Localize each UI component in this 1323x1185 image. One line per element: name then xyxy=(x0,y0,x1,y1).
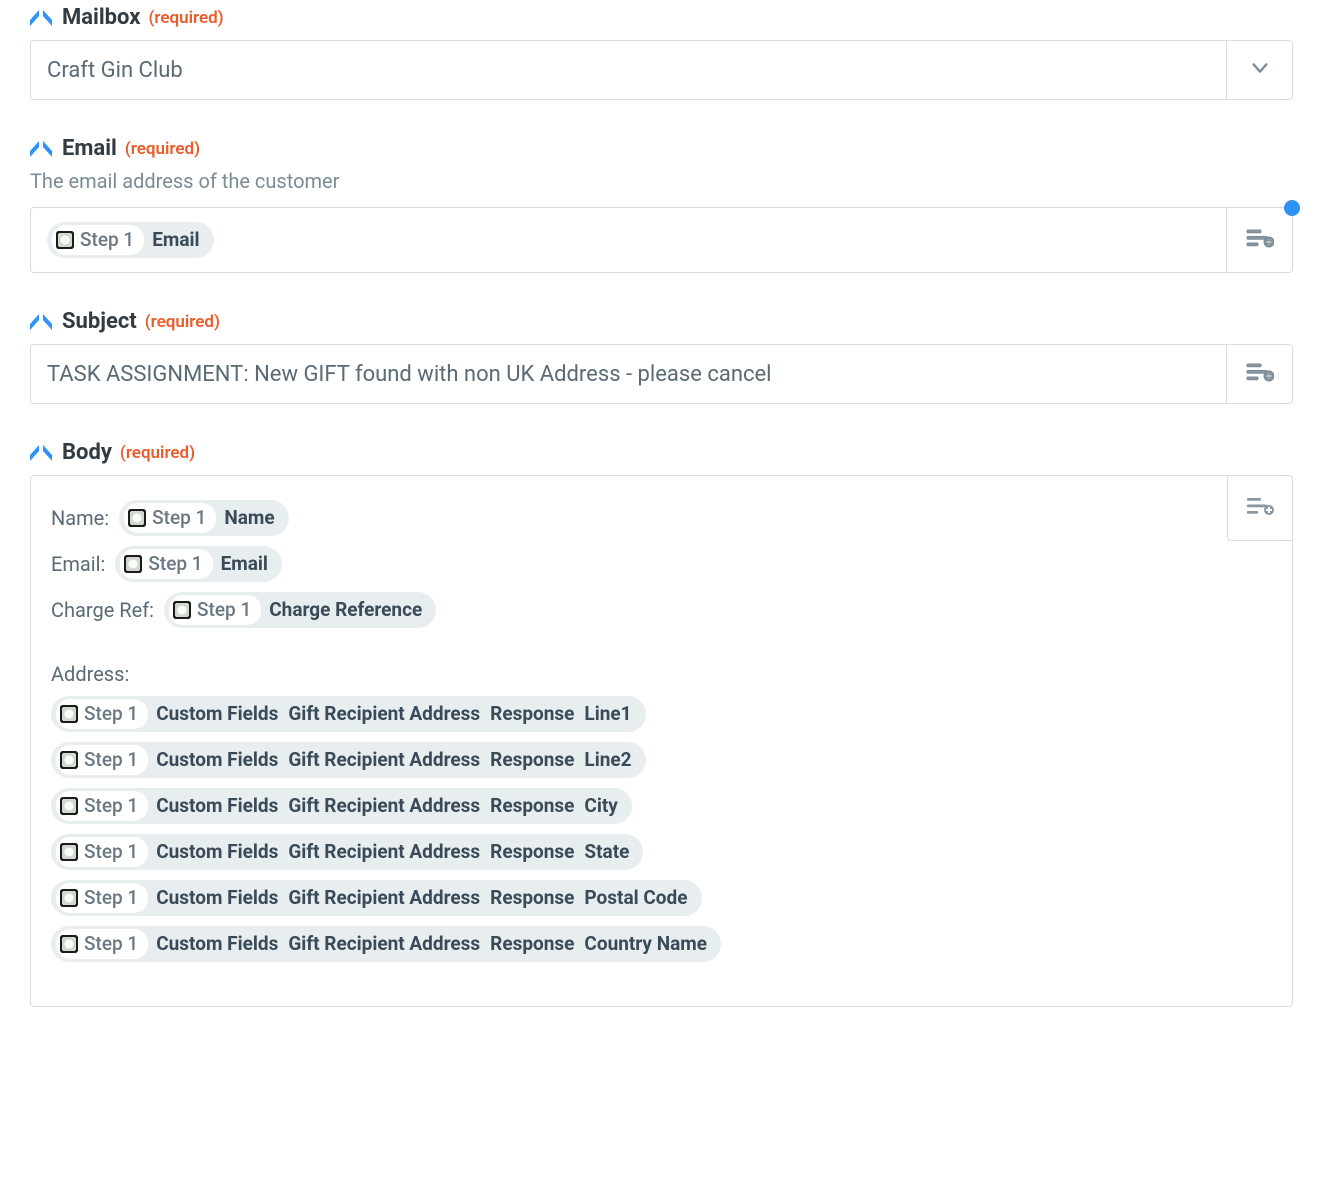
helpscout-icon xyxy=(30,137,52,161)
helpscout-icon xyxy=(30,441,52,465)
step-icon xyxy=(124,555,142,573)
step-icon xyxy=(60,751,78,769)
mailbox-section: Mailbox (required) Craft Gin Club xyxy=(30,5,1293,100)
step-icon xyxy=(56,231,74,249)
body-email-label: Email: xyxy=(51,552,105,576)
token-segment: Gift Recipient Address xyxy=(288,884,480,912)
email-label-row: Email (required) xyxy=(30,136,1293,161)
body-charge-token[interactable]: Step 1 Charge Reference xyxy=(164,592,436,628)
token-segment: Country Name xyxy=(584,930,707,958)
token-segment: Gift Recipient Address xyxy=(288,792,480,820)
token-segment: Response xyxy=(490,746,574,774)
token-segment: Postal Code xyxy=(584,884,687,912)
token-segment: State xyxy=(584,838,629,866)
step-label: Step 1 xyxy=(84,884,138,912)
mailbox-select[interactable]: Craft Gin Club xyxy=(30,40,1227,100)
token-segment: Line2 xyxy=(584,746,631,774)
step-label: Step 1 xyxy=(197,596,251,624)
token-segment: Custom Fields xyxy=(156,884,278,912)
subject-title: Subject xyxy=(62,309,137,334)
step-icon xyxy=(60,797,78,815)
body-name-label: Name: xyxy=(51,506,109,530)
token-segment: Name xyxy=(224,504,274,532)
subject-input[interactable]: TASK ASSIGNMENT: New GIFT found with non… xyxy=(30,344,1227,404)
body-name-token[interactable]: Step 1 Name xyxy=(119,500,289,536)
step-icon xyxy=(173,601,191,619)
step-label: Step 1 xyxy=(84,746,138,774)
body-charge-label: Charge Ref: xyxy=(51,598,154,622)
body-address-token[interactable]: Step 1 Custom Fields Gift Recipient Addres… xyxy=(51,742,646,778)
subject-required: (required) xyxy=(145,312,220,332)
token-segment: Charge Reference xyxy=(269,596,422,624)
email-insert-data-button[interactable] xyxy=(1227,207,1293,273)
body-address-label: Address: xyxy=(51,662,129,686)
body-required: (required) xyxy=(120,443,195,463)
subject-label-row: Subject (required) xyxy=(30,309,1293,334)
step-label: Step 1 xyxy=(84,792,138,820)
token-segment: Response xyxy=(490,930,574,958)
step-label: Step 1 xyxy=(84,838,138,866)
body-editor[interactable]: Name: Step 1 Name Email: Step 1 Email Char… xyxy=(30,475,1293,1007)
step-icon xyxy=(128,509,146,527)
token-segment: Response xyxy=(490,884,574,912)
step-label: Step 1 xyxy=(84,930,138,958)
step-icon xyxy=(60,843,78,861)
token-segment: Gift Recipient Address xyxy=(288,746,480,774)
token-segment: Custom Fields xyxy=(156,746,278,774)
body-title: Body xyxy=(62,440,112,465)
mailbox-value: Craft Gin Club xyxy=(47,58,183,83)
body-address-token[interactable]: Step 1 Custom Fields Gift Recipient Addres… xyxy=(51,834,643,870)
email-token[interactable]: Step 1 Email xyxy=(47,222,214,258)
email-section: Email (required) The email address of th… xyxy=(30,136,1293,273)
token-segment: Custom Fields xyxy=(156,792,278,820)
email-help: The email address of the customer xyxy=(30,169,1293,193)
body-email-token[interactable]: Step 1 Email xyxy=(115,546,282,582)
step-icon xyxy=(60,889,78,907)
token-segment: Email xyxy=(221,550,268,578)
insert-data-icon xyxy=(1246,227,1274,254)
subject-section: Subject (required) TASK ASSIGNMENT: New … xyxy=(30,309,1293,404)
body-label-row: Body (required) xyxy=(30,440,1293,465)
email-required: (required) xyxy=(125,139,200,159)
token-segment: Email xyxy=(152,226,199,254)
token-segment: Response xyxy=(490,700,574,728)
step-label: Step 1 xyxy=(148,550,202,578)
token-segment: Custom Fields xyxy=(156,700,278,728)
token-segment: Response xyxy=(490,792,574,820)
email-input[interactable]: Step 1 Email xyxy=(30,207,1227,273)
body-address-token[interactable]: Step 1 Custom Fields Gift Recipient Addres… xyxy=(51,926,721,962)
token-segment: Line1 xyxy=(584,700,631,728)
token-segment: Gift Recipient Address xyxy=(288,838,480,866)
body-section: Body (required) Name: Step xyxy=(30,440,1293,1007)
step-label: Step 1 xyxy=(84,700,138,728)
mailbox-label-row: Mailbox (required) xyxy=(30,5,1293,30)
notification-dot xyxy=(1284,200,1300,216)
step-icon xyxy=(60,935,78,953)
body-insert-data-button[interactable] xyxy=(1227,475,1293,541)
helpscout-icon xyxy=(30,310,52,334)
insert-data-icon xyxy=(1246,495,1274,522)
step-label: Step 1 xyxy=(152,504,206,532)
subject-insert-data-button[interactable] xyxy=(1227,344,1293,404)
body-address-token[interactable]: Step 1 Custom Fields Gift Recipient Addres… xyxy=(51,788,632,824)
helpscout-icon xyxy=(30,6,52,30)
body-address-token[interactable]: Step 1 Custom Fields Gift Recipient Addres… xyxy=(51,696,646,732)
subject-value: TASK ASSIGNMENT: New GIFT found with non… xyxy=(47,362,772,387)
token-segment: City xyxy=(584,792,617,820)
body-address-token[interactable]: Step 1 Custom Fields Gift Recipient Addres… xyxy=(51,880,702,916)
mailbox-dropdown-button[interactable] xyxy=(1227,40,1293,100)
token-segment: Custom Fields xyxy=(156,838,278,866)
chevron-down-icon xyxy=(1249,57,1271,84)
token-segment: Gift Recipient Address xyxy=(288,700,480,728)
email-title: Email xyxy=(62,136,117,161)
step-label: Step 1 xyxy=(80,226,134,254)
token-segment: Custom Fields xyxy=(156,930,278,958)
token-segment: Gift Recipient Address xyxy=(288,930,480,958)
token-segment: Response xyxy=(490,838,574,866)
mailbox-required: (required) xyxy=(148,8,223,28)
step-icon xyxy=(60,705,78,723)
mailbox-title: Mailbox xyxy=(62,5,140,30)
insert-data-icon xyxy=(1246,361,1274,388)
